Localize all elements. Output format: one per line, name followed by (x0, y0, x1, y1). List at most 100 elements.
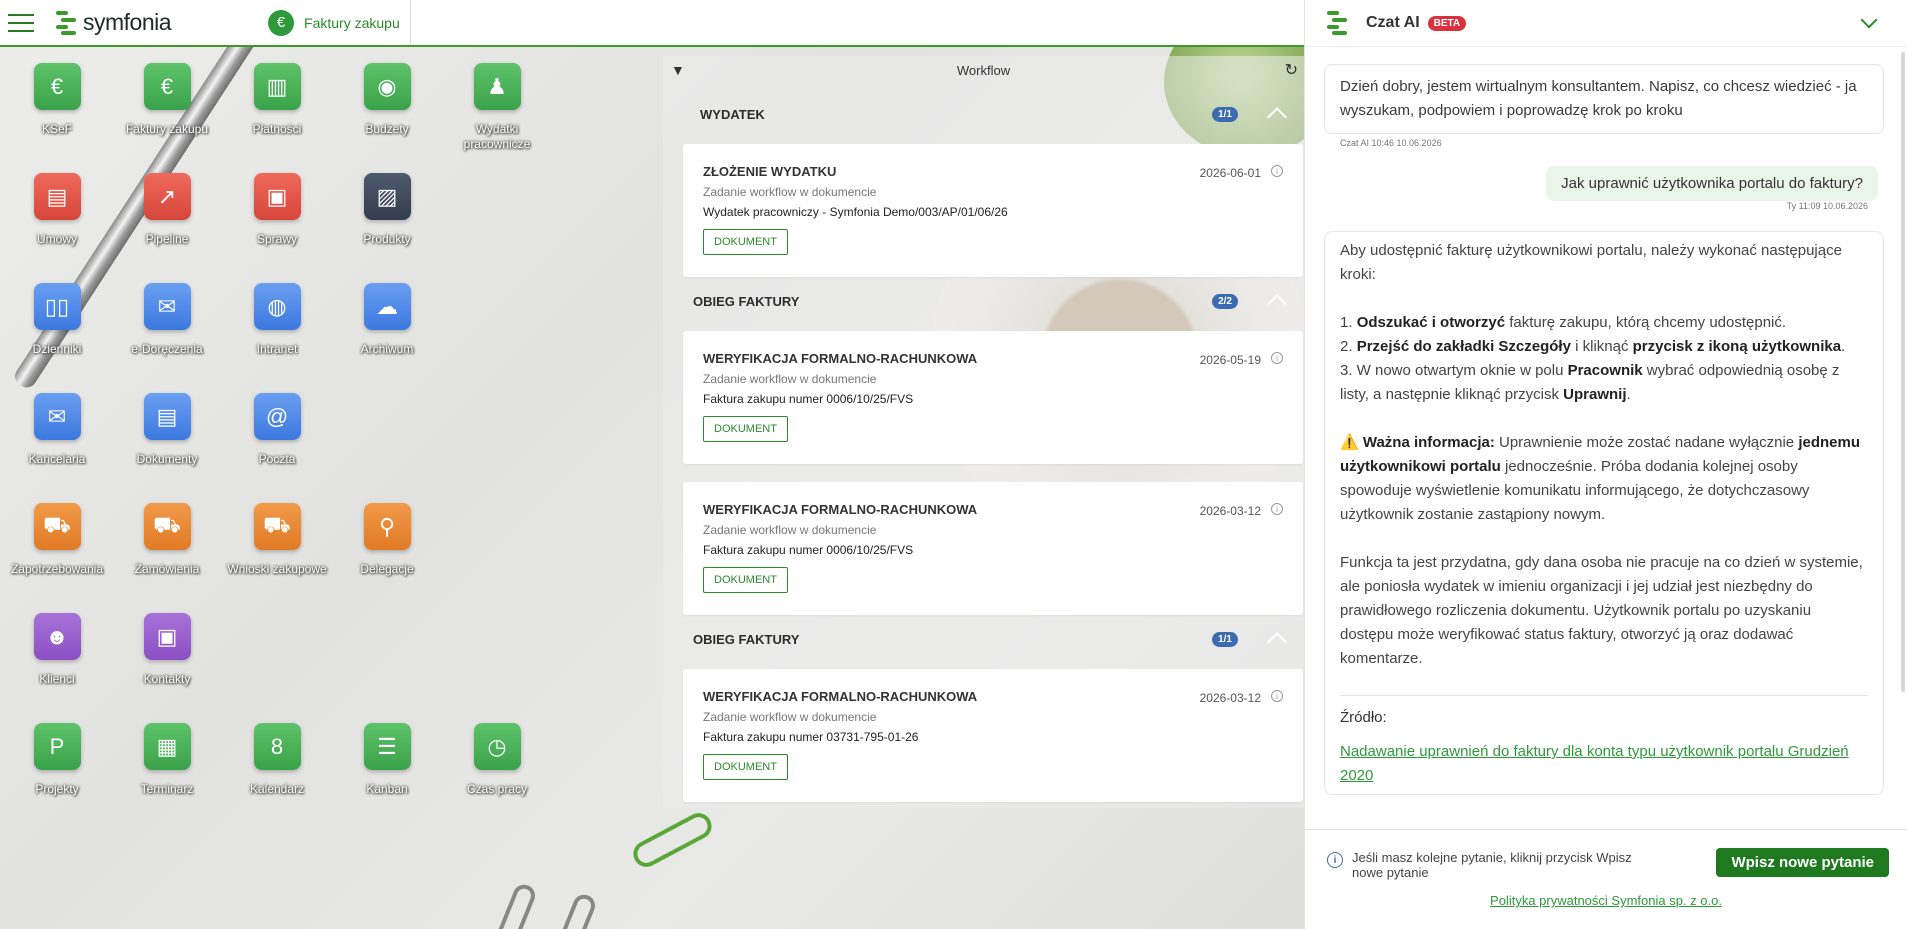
workflow-section[interactable]: WYDATEK 1/1 (663, 92, 1304, 136)
chat-logo-icon (1327, 11, 1347, 35)
tile-poczta[interactable]: @ Poczta (222, 393, 332, 467)
paperclip-decoration (551, 891, 599, 929)
tile-zapotrzebowania[interactable]: ⛟ Zapotrzebowania (2, 503, 112, 577)
tile-kalendarz[interactable]: 8 Kalendarz (222, 723, 332, 797)
tile-klienci[interactable]: ☻ Klienci (2, 613, 112, 687)
tile-umowy[interactable]: ▤ Umowy (2, 173, 112, 247)
tile-projekty[interactable]: P Projekty (2, 723, 112, 797)
refresh-icon[interactable]: ↻ (1285, 60, 1298, 80)
tile-delegacje[interactable]: ⚲ Delegacje (332, 503, 442, 577)
task-date: 2026-03-12 (1199, 504, 1261, 518)
workflow-header: ▼ Workflow ↻ (663, 56, 1304, 84)
tile-budżety[interactable]: ◉ Budżety (332, 63, 442, 137)
project-icon: P (33, 723, 81, 770)
task-date: 2026-06-01 (1199, 166, 1261, 180)
answer-intro: Aby udostępnić fakturę użytkownikowi por… (1340, 242, 1842, 283)
tile-label: Dzienniki (32, 342, 82, 356)
chevron-up-icon[interactable] (1267, 107, 1287, 127)
hamburger-menu-icon[interactable] (8, 13, 34, 32)
tile-label: Wydatki pracownicze (463, 122, 531, 151)
paperclip-decoration (628, 808, 717, 872)
tile-label: e-Doręczenia (131, 342, 203, 356)
info-icon[interactable]: i (1271, 690, 1283, 702)
task-subtitle: Zadanie workflow w dokumencie (703, 710, 877, 724)
workflow-panel: ▼ Workflow ↻ WYDATEK 1/1 ZŁOŻENIE WYDATKU 2… (663, 56, 1304, 808)
workflow-section[interactable]: OBIEG FAKTURY 1/1 (663, 617, 1304, 661)
contact-card-icon: ▣ (143, 613, 191, 660)
task-document: Faktura zakupu numer 0006/10/25/FVS (703, 392, 914, 406)
info-icon[interactable]: i (1271, 503, 1283, 515)
tile-dzienniki[interactable]: ▯▯ Dzienniki (2, 283, 112, 357)
document-button[interactable]: DOKUMENT (703, 567, 788, 593)
warning-icon: ⚠️ (1340, 434, 1359, 451)
tile-e-doręczenia[interactable]: ✉ e-Doręczenia (112, 283, 222, 357)
walking-person-icon: ⚲ (363, 503, 411, 550)
tile-dokumenty[interactable]: ▤ Dokumenty (112, 393, 222, 467)
info-icon[interactable]: i (1271, 165, 1283, 177)
bot-message-meta: Czat AI 10:46 10.06.2026 (1340, 138, 1442, 148)
tile-intranet[interactable]: ◍ Intranet (222, 283, 332, 357)
chevron-up-icon[interactable] (1267, 632, 1287, 652)
tile-zamówienia[interactable]: ⛟ Zamówienia (112, 503, 222, 577)
symfonia-logo-icon (56, 10, 76, 35)
globe-window-icon: ◍ (253, 283, 301, 330)
ai-chat-panel: Czat AI BETA Dzień dobry, jestem wirtual… (1304, 0, 1907, 929)
cloud-icon: ☁ (363, 283, 411, 330)
tile-label: Zapotrzebowania (10, 562, 104, 576)
tile-label: Płatności (252, 122, 302, 136)
document-button[interactable]: DOKUMENT (703, 754, 788, 780)
document-button[interactable]: DOKUMENT (703, 229, 788, 255)
tile-kanban[interactable]: ☰ Kanban (332, 723, 442, 797)
tile-archiwum[interactable]: ☁ Archiwum (332, 283, 442, 357)
tile-faktury-zakupu[interactable]: € Faktury zakupu (112, 63, 222, 137)
task-document: Faktura zakupu numer 0006/10/25/FVS (703, 543, 914, 557)
symfonia-logo[interactable]: symfonia (56, 9, 172, 36)
chevron-up-icon[interactable] (1267, 294, 1287, 314)
new-question-button[interactable]: Wpisz nowe pytanie (1716, 848, 1889, 877)
workflow-task-card[interactable]: WERYFIKACJA FORMALNO-RACHUNKOWA 2026-03-1… (683, 669, 1303, 802)
workflow-list[interactable]: WYDATEK 1/1 ZŁOŻENIE WYDATKU 2026-06-01 i Zad… (663, 84, 1304, 808)
euro-icon: € (143, 63, 191, 110)
tile-czas-pracy[interactable]: ◷ Czas pracy (442, 723, 552, 797)
chat-footer: i Jeśli masz kolejne pytanie, kliknij pr… (1305, 829, 1907, 929)
source-link[interactable]: Nadawanie uprawnień do faktury dla konta… (1340, 740, 1868, 788)
filter-icon[interactable]: ▼ (671, 62, 685, 78)
section-title: WYDATEK (700, 106, 765, 122)
current-module-tab[interactable]: € Faktury zakupu (268, 0, 411, 45)
tile-pipeline[interactable]: ↗ Pipeline (112, 173, 222, 247)
tile-płatności[interactable]: ▥ Płatności (222, 63, 332, 137)
tile-sprawy[interactable]: ▣ Sprawy (222, 173, 332, 247)
tile-wydatki-pracownicze[interactable]: ♟ Wydatki pracownicze (442, 63, 552, 152)
current-module-label: Faktury zakupu (304, 14, 400, 31)
tile-label: Poczta (258, 452, 296, 466)
tile-ksef[interactable]: € KSeF (2, 63, 112, 137)
workflow-section[interactable]: OBIEG FAKTURY 2/2 (663, 279, 1304, 323)
tile-wnioski-zakupowe[interactable]: ⛟ Wnioski zakupowe (222, 503, 332, 577)
tile-label: Kalendarz (249, 782, 305, 796)
chevron-down-icon[interactable] (1860, 11, 1878, 29)
tile-label: Budżety (365, 122, 409, 136)
tile-kontakty[interactable]: ▣ Kontakty (112, 613, 222, 687)
privacy-policy-link[interactable]: Polityka prywatności Symfonia sp. z o.o. (1305, 893, 1907, 908)
tile-label: Czas pracy (466, 782, 528, 796)
tile-produkty[interactable]: ▨ Produkty (332, 173, 442, 247)
tile-label: Intranet (256, 342, 298, 356)
workflow-task-card[interactable]: WERYFIKACJA FORMALNO-RACHUNKOWA 2026-05-1… (683, 331, 1303, 464)
tile-terminarz[interactable]: ▦ Terminarz (112, 723, 222, 797)
tile-label: Kanban (366, 782, 408, 796)
answer-steps: 1. Odszukać i otworzyć fakturę zakupu, k… (1340, 314, 1846, 403)
section-count-badge: 2/2 (1212, 293, 1238, 309)
document-button[interactable]: DOKUMENT (703, 416, 788, 442)
info-icon[interactable]: i (1271, 352, 1283, 364)
tile-kancelaria[interactable]: ✉ Kancelaria (2, 393, 112, 467)
workflow-task-card[interactable]: ZŁOŻENIE WYDATKU 2026-06-01 i Zadanie workf… (683, 144, 1303, 277)
workflow-task-card[interactable]: WERYFIKACJA FORMALNO-RACHUNKOWA 2026-03-1… (683, 482, 1303, 615)
book-icon: ▯▯ (33, 283, 81, 330)
section-title: OBIEG FAKTURY (693, 293, 800, 309)
tile-label: Pipeline (145, 232, 189, 246)
task-date: 2026-03-12 (1199, 691, 1261, 705)
answer-warning: ⚠️ Ważna informacja: Uprawnienie może zo… (1340, 434, 1861, 523)
tile-label: Produkty (363, 232, 411, 246)
tile-label: Faktury zakupu (125, 122, 209, 136)
info-icon: i (1327, 852, 1343, 868)
